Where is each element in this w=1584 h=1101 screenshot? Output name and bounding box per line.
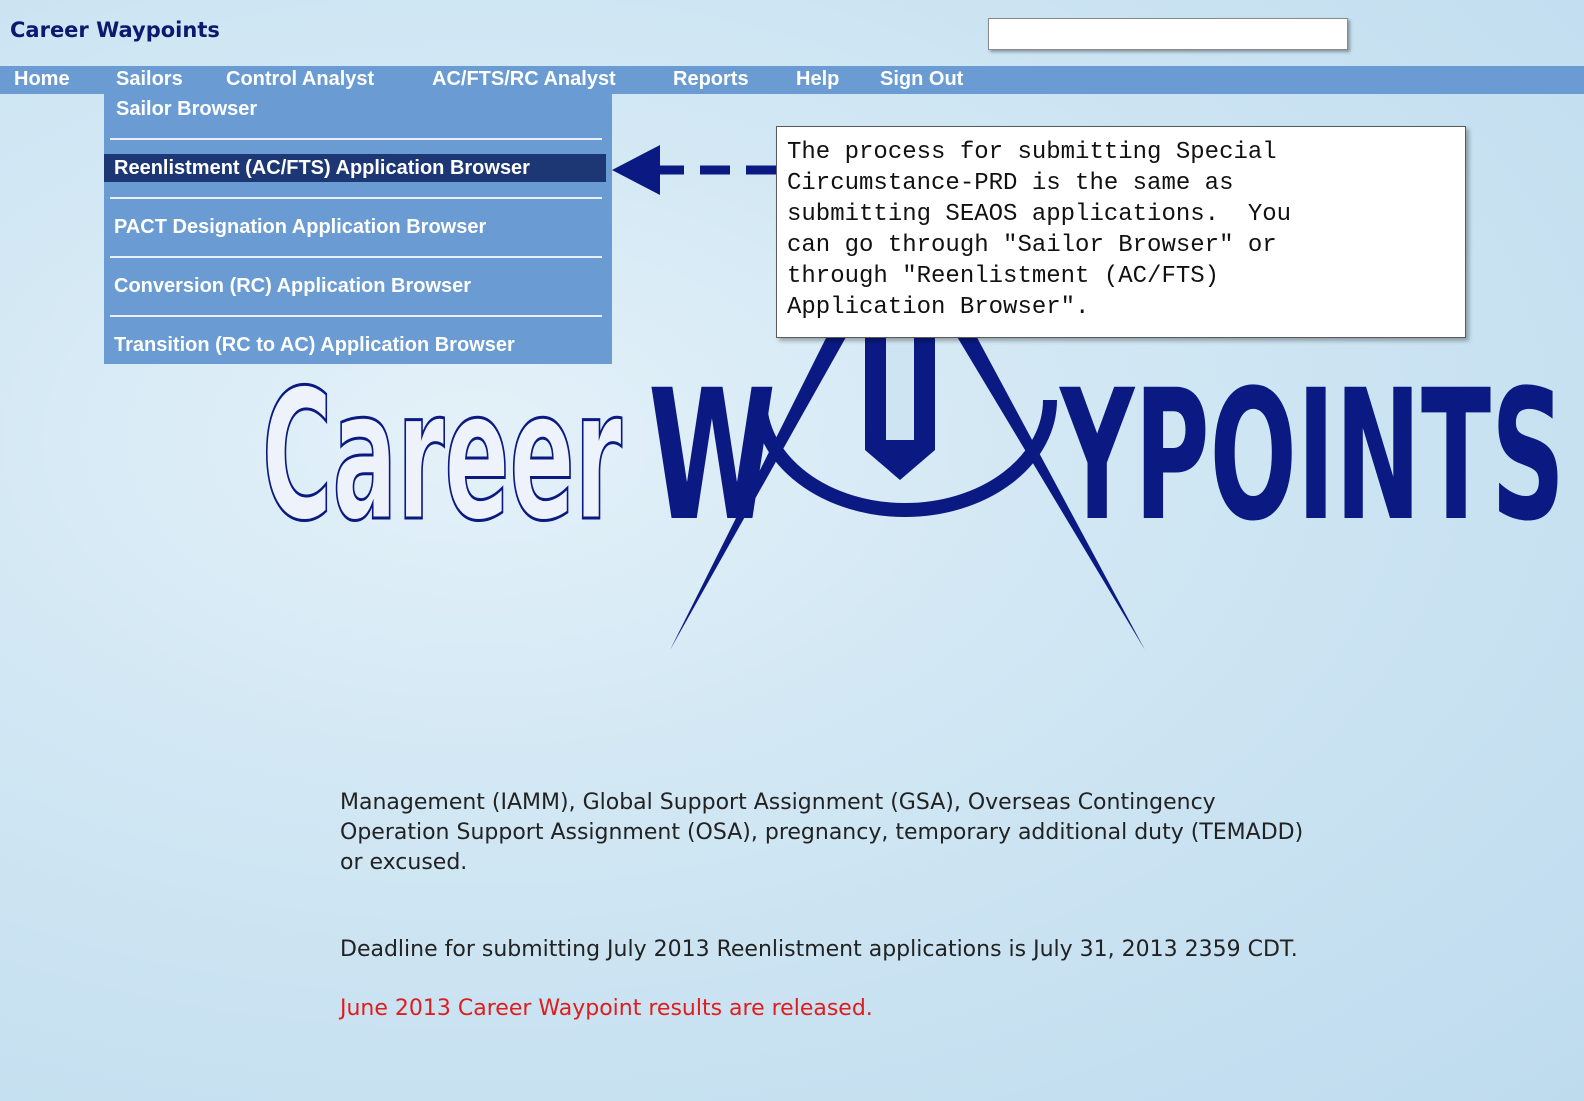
results-notice: June 2013 Career Waypoint results are re… bbox=[340, 996, 873, 1021]
menu-item-pact-designation-browser[interactable]: PACT Designation Application Browser bbox=[114, 216, 486, 239]
logo-word-w: W bbox=[648, 352, 776, 561]
menu-item-reenlistment-browser[interactable]: Reenlistment (AC/FTS) Application Browse… bbox=[114, 157, 530, 180]
notice-paragraph: Management (IAMM), Global Support Assign… bbox=[340, 788, 1303, 878]
menu-divider bbox=[110, 315, 602, 317]
notice-line: or excused. bbox=[340, 850, 468, 875]
sailors-dropdown-menu: Sailor Browser Reenlistment (AC/FTS) App… bbox=[104, 94, 612, 364]
logo-word-ypoints: YPOINTS bbox=[1059, 352, 1565, 561]
menu-item-transition-browser[interactable]: Transition (RC to AC) Application Browse… bbox=[114, 334, 515, 357]
logo-word-career: Career bbox=[262, 352, 622, 561]
menu-divider bbox=[110, 197, 602, 199]
menu-divider bbox=[110, 256, 602, 258]
menu-divider bbox=[110, 138, 602, 140]
callout-note: The process for submitting Special Circu… bbox=[776, 126, 1466, 338]
notice-line: Management (IAMM), Global Support Assign… bbox=[340, 790, 1216, 815]
menu-item-sailor-browser[interactable]: Sailor Browser bbox=[116, 98, 257, 121]
notice-line: Operation Support Assignment (OSA), preg… bbox=[340, 820, 1304, 845]
menu-item-conversion-browser[interactable]: Conversion (RC) Application Browser bbox=[114, 275, 471, 298]
deadline-notice: Deadline for submitting July 2013 Reenli… bbox=[340, 937, 1298, 962]
